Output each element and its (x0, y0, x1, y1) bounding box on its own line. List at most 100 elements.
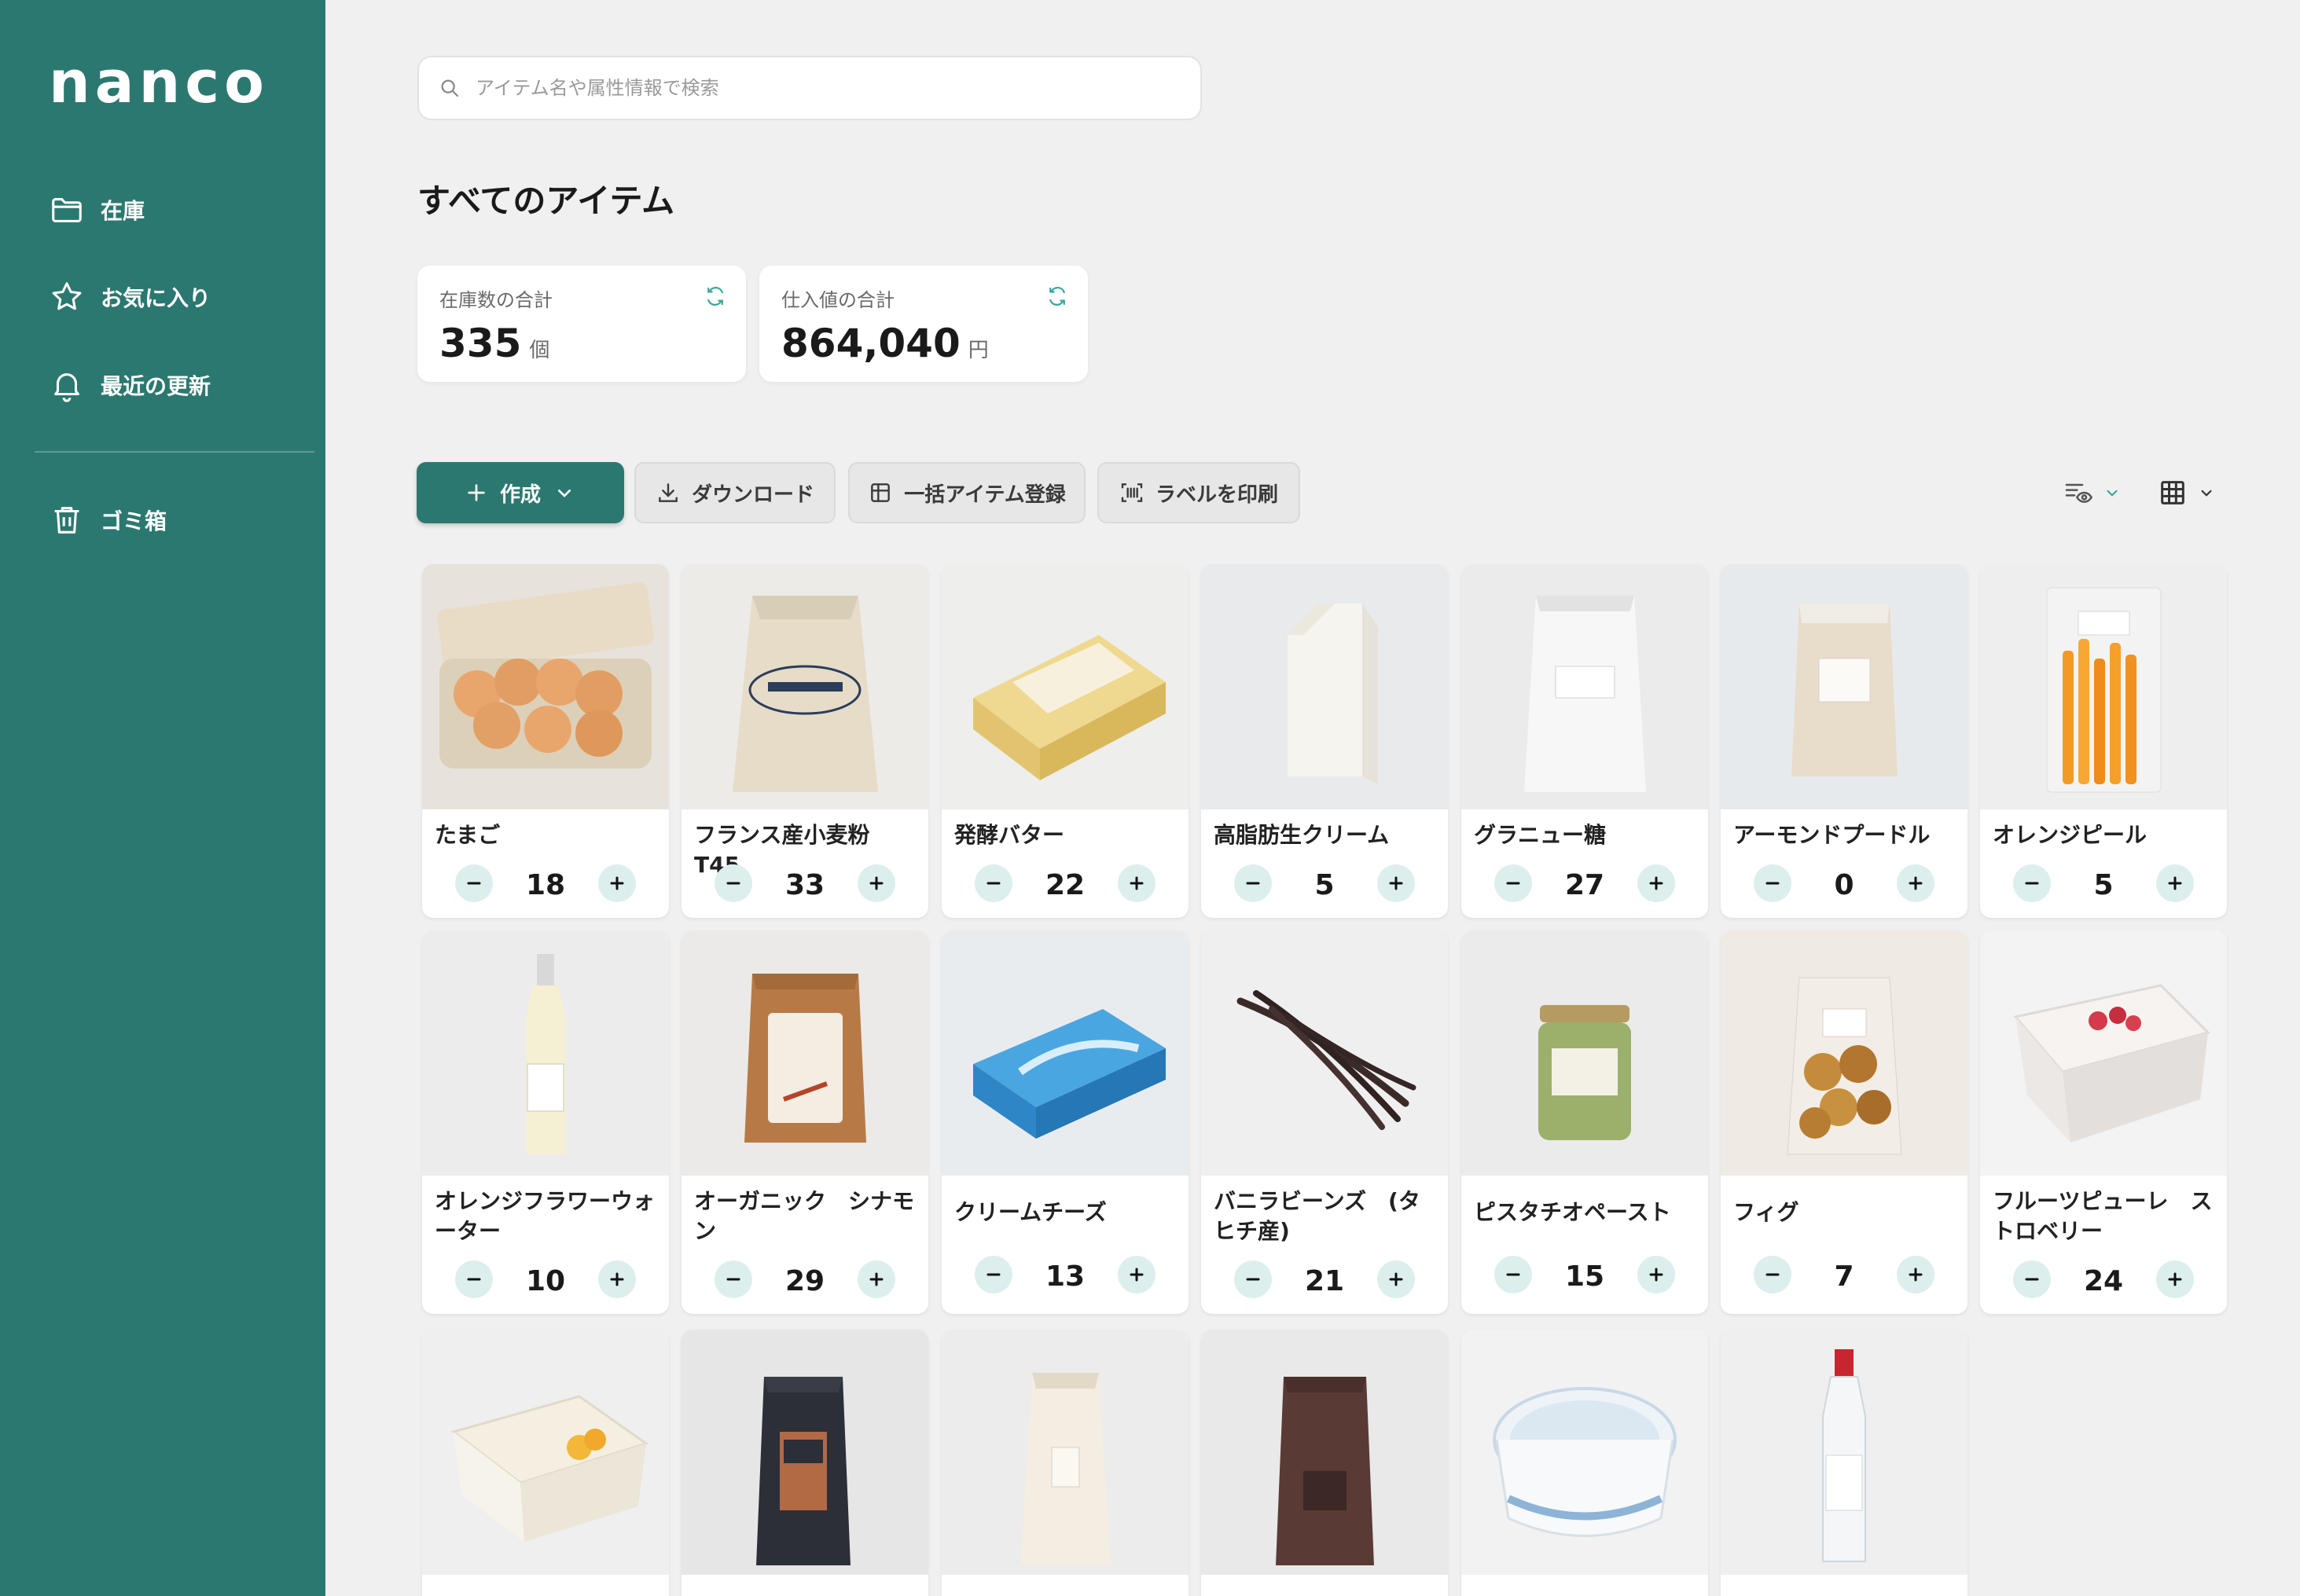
product-image (1721, 930, 1967, 1176)
product-image (682, 564, 928, 809)
decrement-button[interactable] (1494, 1256, 1532, 1293)
item-card-organic-cinnamon[interactable]: オーガニック シナモン 29 (682, 930, 928, 1314)
increment-button[interactable] (598, 864, 636, 902)
item-card-mango-puree[interactable] (422, 1330, 669, 1596)
item-name: 高脂肪生クリーム (1214, 822, 1390, 848)
item-card-orange-flower-water[interactable]: オレンジフラワーウォーター 10 (422, 930, 669, 1314)
decrement-button[interactable] (2013, 1260, 2051, 1298)
item-name: フィグ (1733, 1199, 1799, 1225)
item-card-fig[interactable]: フィグ 7 (1721, 930, 1967, 1314)
increment-button[interactable] (858, 864, 895, 902)
product-image (422, 564, 669, 809)
item-card-kirsch[interactable] (1721, 1330, 1967, 1596)
increment-button[interactable] (1637, 864, 1675, 902)
increment-button[interactable] (2156, 864, 2194, 902)
decrement-button[interactable] (1234, 864, 1272, 902)
decrement-button[interactable] (1494, 864, 1532, 902)
search-bar[interactable] (417, 56, 1202, 120)
quantity-stepper: 5 (1980, 864, 2227, 904)
trash-icon (54, 507, 79, 534)
item-card-vanilla-beans[interactable]: バニラビーンズ (タヒチ産) 21 (1201, 930, 1448, 1314)
refresh-icon[interactable] (1045, 284, 1069, 308)
item-card-flour[interactable]: フランス産小麦粉 T45 33 (682, 564, 928, 918)
decrement-button[interactable] (1754, 864, 1791, 902)
page-title: すべてのアイテム (417, 182, 675, 220)
item-card-paper-bag[interactable] (942, 1330, 1189, 1596)
search-input[interactable] (476, 77, 1167, 99)
item-name: アーモンドプードル (1733, 822, 1931, 848)
quantity-value: 18 (525, 869, 566, 901)
item-card-cream[interactable]: 高脂肪生クリーム 5 (1201, 564, 1448, 918)
item-name: 発酵バター (954, 822, 1065, 848)
increment-button[interactable] (1118, 1256, 1156, 1293)
print-label-button[interactable]: ラベルを印刷 (1097, 462, 1300, 523)
product-image (942, 564, 1189, 809)
item-card-cream-cheese[interactable]: クリームチーズ 13 (942, 930, 1189, 1314)
quantity-stepper: 22 (942, 864, 1189, 904)
create-button[interactable]: 作成 (417, 462, 624, 523)
increment-button[interactable] (858, 1260, 895, 1298)
item-card-eggs[interactable]: たまご 18 (422, 564, 669, 918)
increment-button[interactable] (1897, 864, 1934, 902)
product-image (1201, 930, 1448, 1176)
decrement-button[interactable] (2013, 864, 2051, 902)
increment-button[interactable] (598, 1260, 636, 1298)
item-card-orange-peel[interactable]: オレンジピール 5 (1980, 564, 2227, 918)
decrement-button[interactable] (975, 1256, 1012, 1293)
bulk-register-button[interactable]: 一括アイテム登録 (848, 462, 1086, 523)
layout-toggle[interactable] (2157, 471, 2217, 514)
increment-button[interactable] (1897, 1256, 1934, 1293)
decrement-button[interactable] (455, 864, 493, 902)
item-card-strawberry-puree[interactable]: フルーツピューレ ストロベリー 24 (1980, 930, 2227, 1314)
decrement-button[interactable] (975, 864, 1012, 902)
quantity-value: 27 (1564, 869, 1605, 901)
minus-icon (1506, 882, 1520, 885)
stat-card-total-cost: 仕入値の合計 864,040 円 (759, 266, 1088, 382)
plus-icon (2168, 876, 2182, 890)
product-image (942, 930, 1189, 1176)
sidebar-item-inventory[interactable]: 在庫 (49, 186, 145, 233)
minus-icon (726, 1278, 740, 1281)
increment-button[interactable] (1118, 864, 1156, 902)
sidebar-item-favorites[interactable]: お気に入り (49, 273, 211, 321)
item-card-almond-powder[interactable]: アーモンドプードル 0 (1721, 564, 1967, 918)
item-card-granulated-sugar[interactable]: グラニュー糖 27 (1461, 564, 1708, 918)
increment-button[interactable] (1377, 1260, 1415, 1298)
sidebar-item-trash[interactable]: ゴミ箱 (49, 497, 167, 544)
search-icon (441, 79, 459, 97)
item-card-butter[interactable]: 発酵バター 22 (942, 564, 1189, 918)
decrement-button[interactable] (715, 1260, 752, 1298)
app-logo[interactable]: nanco (49, 53, 269, 112)
plus-icon (1130, 876, 1144, 890)
item-name: ピスタチオペースト (1474, 1199, 1671, 1225)
quantity-value: 15 (1564, 1260, 1605, 1293)
minus-icon (467, 1278, 481, 1281)
increment-button[interactable] (1377, 864, 1415, 902)
item-card-pistachio-paste[interactable]: ピスタチオペースト 15 (1461, 930, 1708, 1314)
quantity-stepper: 24 (1980, 1260, 2227, 1300)
decrement-button[interactable] (1234, 1260, 1272, 1298)
item-name: オレンジピール (1993, 822, 2148, 848)
folder-icon (52, 198, 82, 222)
sidebar-item-recent[interactable]: 最近の更新 (49, 361, 211, 409)
download-button[interactable]: ダウンロード (634, 462, 836, 523)
product-image (1461, 564, 1708, 809)
increment-button[interactable] (2156, 1260, 2194, 1298)
increment-button[interactable] (1637, 1256, 1675, 1293)
item-card-mascarpone[interactable] (1461, 1330, 1708, 1596)
refresh-icon[interactable] (704, 284, 727, 308)
decrement-button[interactable] (715, 864, 752, 902)
item-card-dark-chocolate[interactable] (682, 1330, 928, 1596)
minus-icon (2025, 882, 2039, 885)
quantity-value: 29 (784, 1265, 825, 1297)
product-image (1721, 1330, 1967, 1575)
stat-unit: 個 (529, 339, 550, 362)
decrement-button[interactable] (1754, 1256, 1791, 1293)
plus-icon (610, 876, 624, 890)
item-card-brown-bag[interactable] (1201, 1330, 1448, 1596)
plus-icon (1649, 876, 1663, 890)
visibility-toggle[interactable] (2063, 471, 2122, 514)
decrement-button[interactable] (455, 1260, 493, 1298)
product-image (1461, 930, 1708, 1176)
product-image (682, 930, 928, 1176)
